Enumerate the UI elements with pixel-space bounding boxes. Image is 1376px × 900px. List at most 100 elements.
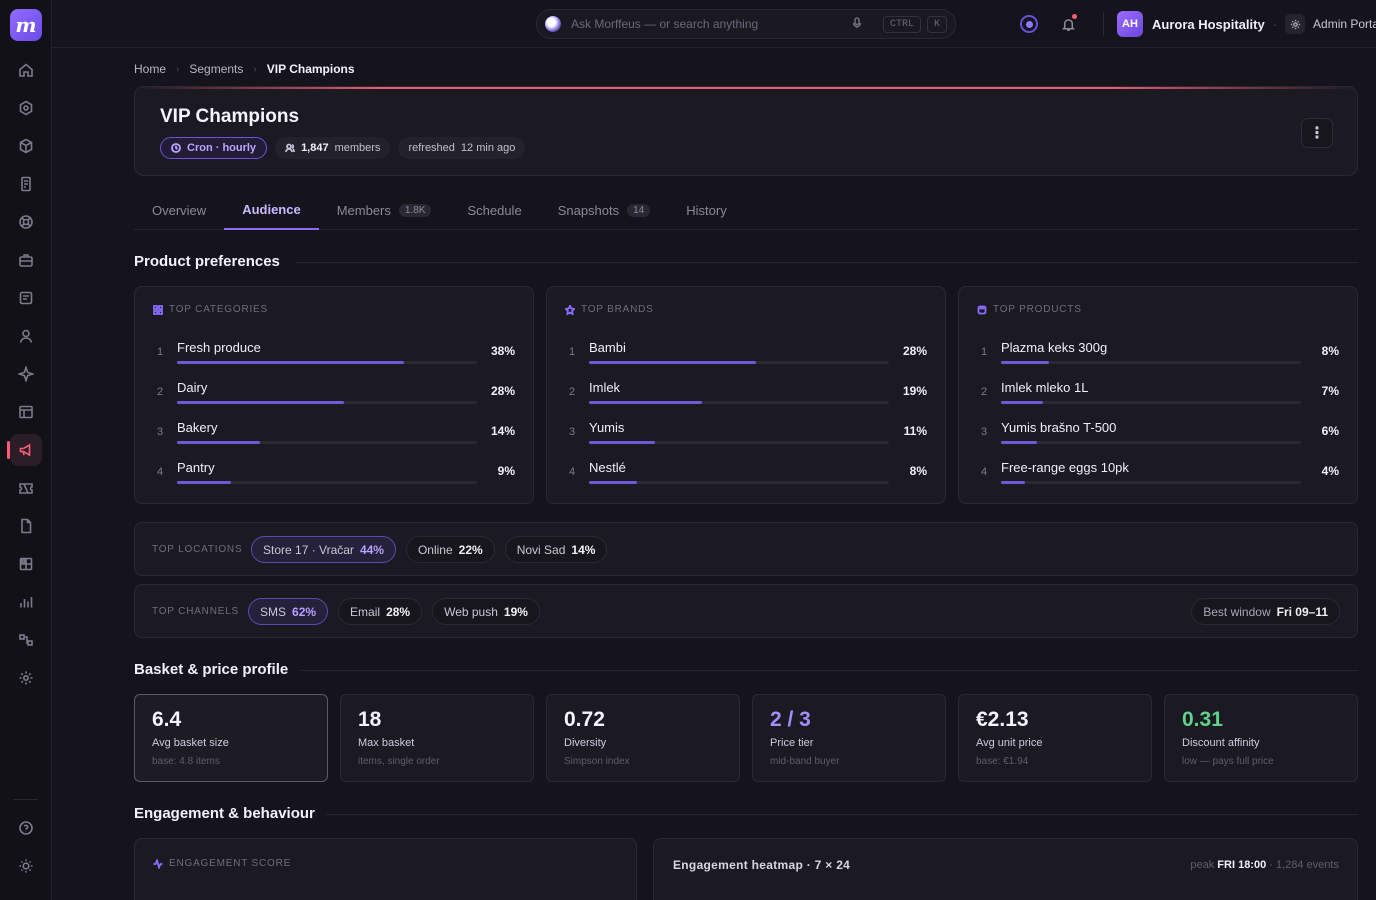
bar-chart-icon[interactable]	[10, 586, 42, 618]
top-locations-strip: TOP LOCATIONS Store 17 · Vračar 44% Onlin…	[134, 522, 1358, 576]
card-heading-label: TOP PRODUCTS	[993, 304, 1082, 315]
kpi-value: 6.4	[152, 708, 182, 731]
assistant-orb-icon	[545, 16, 561, 32]
heatmap-events: · 1,284 events	[1269, 859, 1339, 871]
location-pill[interactable]: Novi Sad 14%	[504, 536, 608, 563]
cube-icon[interactable]	[10, 130, 42, 162]
table-icon[interactable]	[10, 396, 42, 428]
engagement-heatmap-card: Engagement heatmap · 7 × 24 peak FRI 18:…	[653, 838, 1358, 900]
megaphone-icon[interactable]	[7, 434, 42, 466]
rank-number: 3	[569, 426, 576, 438]
connector-icon[interactable]	[10, 624, 42, 656]
search-input[interactable]	[571, 17, 851, 31]
item-name: Imlek	[589, 380, 621, 395]
tab-snapshots[interactable]: Snapshots 14	[540, 190, 669, 230]
kpi-label: Avg basket size	[152, 737, 229, 749]
admin-portal-icon	[1285, 14, 1306, 34]
heatmap-peak-label: peak	[1190, 859, 1215, 871]
home-icon[interactable]	[10, 54, 42, 86]
top-brands-card: TOP BRANDS 1 Bambi 28% 2 Imlek 19% 3 Yumis 11% 4 N…	[546, 286, 946, 504]
target-icon[interactable]	[10, 92, 42, 124]
channel-pill[interactable]: Email 28%	[338, 598, 423, 625]
ranked-item: 1 Plazma keks 300g 8%	[977, 332, 1339, 372]
share-bar-fill	[589, 401, 703, 404]
share-bar-track	[1001, 481, 1301, 484]
share-bar-track	[589, 401, 889, 404]
card-heading: TOP BRANDS	[565, 304, 654, 315]
segment-header: VIP Champions Cron · hourly 1,847 member…	[134, 86, 1358, 176]
kpi-card[interactable]: 0.72 Diversity Simpson index	[546, 694, 740, 782]
rank-number: 4	[981, 466, 988, 478]
best-window-badge: Best window Fri 09–11	[1191, 598, 1340, 625]
tab-count-badge: 1.8K	[398, 203, 432, 217]
tab-audience[interactable]: Audience	[224, 190, 319, 230]
schedule-chip[interactable]: Cron · hourly	[160, 137, 268, 159]
more-options-button[interactable]: ⋮	[1301, 118, 1333, 148]
segment-tabs: Overview Audience Members 1.8K Schedule S…	[134, 190, 1358, 230]
assistant-status-icon[interactable]	[1017, 12, 1041, 36]
top-categories-card: TOP CATEGORIES 1 Fresh produce 38% 2 Dairy 28…	[134, 286, 534, 504]
strip-label: TOP LOCATIONS	[152, 544, 243, 555]
kpi-card[interactable]: 18 Max basket items, single order	[340, 694, 534, 782]
tab-label: Audience	[242, 201, 301, 217]
settings-gear-icon[interactable]	[10, 662, 42, 694]
share-bar-fill	[177, 441, 261, 444]
pill-name: Novi Sad	[516, 542, 566, 557]
ranked-item: 2 Dairy 28%	[153, 372, 515, 412]
section-divider	[296, 262, 1358, 263]
document-icon[interactable]	[10, 282, 42, 314]
channel-pill[interactable]: SMS 62%	[248, 598, 329, 625]
item-name: Yumis	[589, 420, 625, 435]
grid-icon[interactable]	[10, 548, 42, 580]
share-bar-fill	[589, 441, 655, 444]
item-name: Plazma keks 300g	[1001, 340, 1108, 355]
pill-pct: 44%	[359, 542, 384, 557]
tab-label: Schedule	[467, 202, 522, 218]
microphone-icon[interactable]	[851, 16, 863, 32]
org-switcher[interactable]: AH Aurora Hospitality · Admin Portal	[1117, 11, 1376, 37]
help-icon[interactable]	[10, 812, 42, 844]
section-title-engagement: Engagement & behaviour	[134, 805, 315, 822]
tab-schedule[interactable]: Schedule	[449, 190, 539, 230]
search-bar[interactable]: CTRL K	[536, 9, 956, 39]
kpi-card[interactable]: 2 / 3 Price tier mid-band buyer	[752, 694, 946, 782]
breadcrumb-home[interactable]: Home	[134, 62, 166, 76]
kpi-card[interactable]: 0.31 Discount affinity low — pays full pri…	[1164, 694, 1358, 782]
item-percent: 28%	[902, 344, 927, 358]
share-bar-track	[1001, 441, 1301, 444]
user-icon[interactable]	[10, 320, 42, 352]
briefcase-icon[interactable]	[10, 244, 42, 276]
item-percent: 6%	[1321, 424, 1339, 438]
kpi-value: 0.31	[1182, 708, 1223, 731]
kpi-card[interactable]: 6.4 Avg basket size base: 4.8 items	[134, 694, 328, 782]
location-pill[interactable]: Online 22%	[405, 536, 495, 563]
rank-number: 1	[981, 346, 988, 358]
notification-bell-icon[interactable]	[1056, 12, 1080, 36]
file-icon[interactable]	[10, 510, 42, 542]
kpi-label: Discount affinity	[1182, 737, 1260, 749]
notification-dot	[1072, 14, 1077, 19]
kpi-card[interactable]: €2.13 Avg unit price base: €1.94	[958, 694, 1152, 782]
kpi-subtext: base: 4.8 items	[152, 756, 220, 767]
org-separator: ·	[1272, 16, 1278, 32]
location-pill[interactable]: Store 17 · Vračar 44%	[251, 536, 396, 563]
channel-pill[interactable]: Web push 19%	[432, 598, 540, 625]
pill-name: Web push	[444, 604, 498, 619]
rank-number: 1	[157, 346, 164, 358]
pill-pct: 28%	[386, 604, 411, 619]
shortcut-ctrl-key: CTRL	[882, 15, 921, 33]
receipt-icon[interactable]	[10, 168, 42, 200]
theme-sun-icon[interactable]	[10, 850, 42, 882]
section-divider	[326, 814, 1358, 815]
breadcrumb-segments[interactable]: Segments	[189, 62, 243, 76]
ticket-icon[interactable]	[10, 472, 42, 504]
tab-history[interactable]: History	[668, 190, 744, 230]
item-percent: 4%	[1321, 464, 1339, 478]
admin-portal-link[interactable]: Admin Portal	[1313, 17, 1376, 31]
breadcrumb-separator: ›	[253, 63, 257, 75]
lifebuoy-icon[interactable]	[10, 206, 42, 238]
app-logo[interactable]: m	[10, 9, 42, 41]
tab-overview[interactable]: Overview	[134, 190, 224, 230]
sparkle-icon[interactable]	[10, 358, 42, 390]
tab-members[interactable]: Members 1.8K	[319, 190, 450, 230]
